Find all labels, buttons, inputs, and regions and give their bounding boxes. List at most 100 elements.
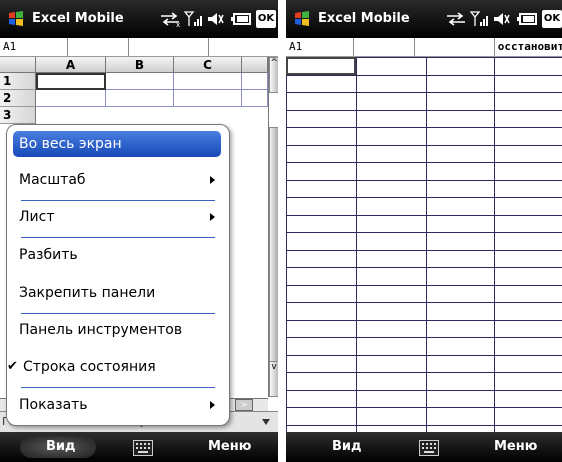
windows-start-icon[interactable] (7, 10, 25, 28)
selected-cell-a1[interactable] (286, 57, 356, 75)
row-header-1[interactable]: 1 (0, 73, 36, 90)
submenu-arrow-icon (210, 401, 215, 409)
softkey-menu[interactable]: Меню (494, 439, 537, 454)
view-menu: Во весь экран Масштаб Лист Разбить Закре… (6, 124, 230, 426)
vertical-scrollbar[interactable]: ^ v (268, 57, 278, 397)
ok-button[interactable]: OK (256, 10, 276, 28)
submenu-arrow-icon (210, 176, 215, 184)
column-header-a[interactable]: A (36, 57, 106, 73)
ok-button[interactable]: OK (542, 10, 562, 28)
grid-row-line (286, 425, 562, 426)
title-bar: Excel Mobile x OK (0, 0, 278, 38)
cell-a1[interactable] (36, 73, 106, 90)
menu-item-label: Разбить (19, 247, 78, 263)
right-screen: Excel Mobile OK A1 осстановит Вид Меню (286, 0, 562, 462)
grid-column-line (356, 57, 357, 432)
menu-item-zoom[interactable]: Масштаб (13, 167, 221, 193)
menu-item-toolbar[interactable]: Панель инструментов (13, 317, 221, 343)
scroll-up-icon[interactable]: ^ (269, 57, 278, 93)
grid-row-line (286, 267, 562, 268)
formula-segment[interactable] (128, 38, 209, 56)
grid-row-line (286, 355, 562, 356)
scroll-down-icon[interactable]: v (269, 361, 278, 397)
signal-strength-icon[interactable] (184, 10, 202, 28)
soft-key-bar: Вид Меню (0, 432, 278, 462)
menu-item-status-bar[interactable]: ✔ Строка состояния (7, 354, 221, 380)
signal-strength-icon[interactable] (470, 10, 488, 28)
formula-segment[interactable] (354, 38, 415, 56)
grid-row-line (286, 145, 562, 146)
grid-row-line (286, 390, 562, 391)
left-screen: Excel Mobile x OK A1 A B C 1 2 3 ^ v > В… (0, 0, 278, 462)
grid-row-line (286, 197, 562, 198)
app-title: Excel Mobile (32, 11, 124, 26)
cell-c2[interactable] (174, 90, 242, 107)
grid-row-line (286, 337, 562, 338)
grid-row-line (286, 162, 562, 163)
formula-text[interactable]: осстановит (497, 38, 562, 56)
grid-row-line (286, 302, 562, 303)
battery-icon[interactable] (230, 10, 252, 28)
grid-row-line (286, 285, 562, 286)
title-bar: Excel Mobile OK (286, 0, 562, 38)
menu-item-label: Строка состояния (23, 359, 156, 375)
fullscreen-grid[interactable] (286, 57, 562, 432)
grid-row-line (286, 110, 562, 111)
connectivity-icon[interactable]: x (158, 10, 182, 28)
cell-b2[interactable] (106, 90, 174, 107)
grid-row-line (286, 75, 562, 76)
softkey-menu[interactable]: Меню (208, 439, 251, 454)
menu-item-label: Закрепить панели (19, 285, 156, 301)
cell-c1[interactable] (174, 73, 242, 90)
menu-item-freeze-panes[interactable]: Закрепить панели (13, 280, 221, 306)
menu-item-sheet[interactable]: Лист (13, 204, 221, 230)
formula-segment[interactable] (68, 38, 129, 56)
grid-row-line (286, 92, 562, 93)
select-all-corner[interactable] (0, 57, 36, 73)
menu-separator (21, 387, 215, 388)
cell-reference[interactable]: A1 (0, 38, 68, 56)
soft-key-bar: Вид Меню (286, 432, 562, 462)
grid-row-line (286, 407, 562, 408)
column-header-c[interactable]: C (174, 57, 242, 73)
cell-d1[interactable] (242, 73, 268, 90)
menu-item-show[interactable]: Показать (13, 392, 221, 418)
cell-b1[interactable] (106, 73, 174, 90)
grid-column-line (494, 57, 495, 432)
softkey-view[interactable]: Вид (332, 439, 362, 454)
row-header-3[interactable]: 3 (0, 107, 36, 124)
sum-dropdown-icon[interactable] (262, 419, 270, 425)
menu-item-split[interactable]: Разбить (13, 242, 221, 268)
connectivity-icon[interactable] (444, 10, 468, 28)
keyboard-icon[interactable] (419, 440, 439, 456)
volume-icon[interactable] (492, 10, 510, 28)
formula-bar: A1 (0, 38, 278, 57)
scroll-right-icon[interactable]: > (235, 399, 253, 411)
submenu-arrow-icon (210, 213, 215, 221)
grid-column-line (286, 57, 287, 432)
formula-segment[interactable] (414, 38, 495, 56)
menu-item-fullscreen[interactable]: Во весь экран (13, 131, 221, 157)
menu-item-label: Лист (19, 209, 55, 225)
row-header-2[interactable]: 2 (0, 90, 36, 107)
menu-item-label: Во весь экран (19, 136, 122, 152)
cell-a2[interactable] (36, 90, 106, 107)
check-mark-icon: ✔ (7, 359, 18, 374)
column-header-b[interactable]: B (106, 57, 174, 73)
svg-text:x: x (176, 21, 180, 28)
grid-row-line (286, 127, 562, 128)
cell-d2[interactable] (242, 90, 268, 107)
cell-reference[interactable]: A1 (286, 38, 354, 56)
menu-separator (21, 237, 215, 238)
volume-icon[interactable] (206, 10, 224, 28)
grid-row-line (286, 232, 562, 233)
column-header-d[interactable] (242, 57, 268, 73)
menu-separator (21, 200, 215, 201)
scroll-thumb[interactable] (269, 127, 278, 377)
menu-separator (21, 313, 215, 314)
battery-icon[interactable] (516, 10, 538, 28)
windows-start-icon[interactable] (293, 10, 311, 28)
menu-item-label: Показать (19, 397, 88, 413)
softkey-view[interactable]: Вид (46, 439, 76, 454)
keyboard-icon[interactable] (133, 440, 153, 456)
